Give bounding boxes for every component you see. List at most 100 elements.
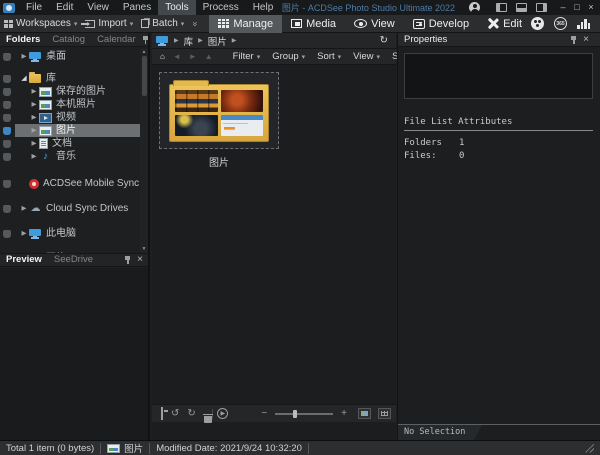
tree-item-saved-pictures[interactable]: ▶ 保存的图片: [0, 85, 148, 98]
resize-grip[interactable]: [585, 444, 594, 453]
rotate-left-icon[interactable]: ↺: [167, 408, 183, 419]
breadcrumb-item-libraries[interactable]: 库: [183, 34, 195, 48]
expand-arrow-icon[interactable]: ▶: [19, 202, 29, 215]
mode-tab-edit[interactable]: Edit: [478, 15, 531, 33]
file-list-view[interactable]: 图片 ↺ ↻ ▶ − +: [152, 66, 396, 422]
dashboard-chart-icon[interactable]: [577, 18, 590, 29]
batch-button[interactable]: Batch ▾: [137, 15, 188, 33]
expand-arrow-icon[interactable]: ▶: [29, 124, 39, 137]
tree-item-libraries[interactable]: ◢ 库: [0, 72, 148, 85]
toggle-bottom-pane-icon[interactable]: [516, 3, 527, 12]
scrollbar-thumb[interactable]: [142, 56, 147, 96]
tree-item-pictures-selected[interactable]: ▶ 图片: [0, 124, 148, 137]
tab-no-selection[interactable]: No Selection: [398, 425, 482, 440]
tab-seedrive[interactable]: SeeDrive: [48, 253, 99, 267]
zoom-slider-thumb[interactable]: [293, 410, 297, 418]
attribute-key: Files:: [404, 150, 459, 163]
close-button[interactable]: ×: [584, 0, 598, 15]
grid-view-toggle-icon[interactable]: [378, 408, 391, 419]
scroll-down-icon[interactable]: ▼: [140, 246, 148, 252]
refresh-icon[interactable]: ↻: [380, 35, 392, 46]
mode-tab-media[interactable]: Media: [282, 15, 345, 33]
toggle-left-pane-icon[interactable]: [496, 3, 507, 12]
mode-tab-view[interactable]: View: [345, 15, 404, 33]
computer-icon[interactable]: [156, 36, 168, 46]
titlebar: File Edit View Panes Tools Process Help …: [0, 0, 600, 15]
breadcrumb-arrow-icon[interactable]: ▶: [228, 37, 241, 44]
forward-icon[interactable]: ►: [186, 52, 200, 61]
tree-item-documents[interactable]: ▶ 文档: [0, 137, 148, 150]
import-label: Import: [98, 18, 126, 29]
properties-bottom-tab-bar: No Selection: [398, 424, 600, 440]
breadcrumb-item-pictures[interactable]: 图片: [207, 34, 228, 48]
pin-icon[interactable]: [124, 256, 131, 264]
menu-help[interactable]: Help: [246, 0, 281, 15]
import-button[interactable]: Import ▾: [81, 15, 137, 33]
maximize-button[interactable]: □: [570, 0, 584, 15]
sort-dropdown[interactable]: Sort ▾: [312, 51, 346, 62]
folder-tile-pictures[interactable]: 图片: [159, 72, 279, 169]
expand-arrow-icon[interactable]: ▶: [29, 111, 39, 124]
tree-item-music[interactable]: ▶ ♪ 音乐: [0, 150, 148, 163]
tab-calendar[interactable]: Calendar: [91, 33, 142, 47]
menu-process[interactable]: Process: [196, 0, 246, 15]
pin-icon[interactable]: [570, 36, 577, 44]
minimize-button[interactable]: –: [556, 0, 570, 15]
close-panel-icon[interactable]: ×: [137, 255, 143, 265]
tree-item-camera-roll[interactable]: ▶ 本机照片: [0, 98, 148, 111]
zoom-in-icon[interactable]: +: [337, 408, 351, 419]
zoom-out-icon[interactable]: −: [257, 408, 271, 419]
view-dropdown[interactable]: View ▾: [348, 51, 385, 62]
mode-tab-develop[interactable]: Develop: [404, 15, 478, 33]
menu-file[interactable]: File: [19, 0, 49, 15]
filter-dropdown[interactable]: Filter ▾: [228, 51, 266, 62]
breadcrumb-arrow-icon[interactable]: ▶: [194, 37, 207, 44]
expand-arrow-icon[interactable]: ▶: [29, 85, 39, 98]
tree-item-mobile-sync[interactable]: ACDSee Mobile Sync: [0, 177, 148, 190]
tree-item-cloud-sync[interactable]: ▶ ☁ Cloud Sync Drives: [0, 202, 148, 215]
scroll-up-icon[interactable]: ▲: [140, 49, 148, 55]
preview-tab-bar: Preview SeeDrive ×: [0, 253, 148, 267]
expand-arrow-icon[interactable]: ▶: [19, 227, 29, 240]
expand-arrow-icon[interactable]: ▶: [29, 150, 39, 163]
zoom-slider[interactable]: [275, 413, 333, 415]
tree-item-desktop[interactable]: ▶ 桌面: [0, 50, 148, 63]
toolbar-overflow-icon[interactable]: »: [191, 16, 201, 31]
image-basket-icon[interactable]: [161, 407, 163, 420]
collapse-arrow-icon[interactable]: ◢: [19, 72, 29, 85]
close-panel-icon[interactable]: ×: [583, 35, 589, 45]
pin-icon[interactable]: [142, 36, 149, 44]
menu-panes[interactable]: Panes: [116, 0, 158, 15]
group-dropdown[interactable]: Group ▾: [267, 51, 310, 62]
expand-arrow-icon[interactable]: ▶: [29, 137, 39, 150]
expand-arrow-icon[interactable]: ▶: [29, 98, 39, 111]
menu-view[interactable]: View: [80, 0, 116, 15]
slideshow-icon[interactable]: ▶: [217, 408, 228, 419]
tab-preview[interactable]: Preview: [0, 253, 48, 267]
tree-item-videos[interactable]: ▶ 视频: [0, 111, 148, 124]
up-icon[interactable]: ▲: [202, 52, 216, 61]
home-icon[interactable]: ⌂: [157, 52, 168, 61]
acdsee-365-icon[interactable]: 365: [554, 17, 567, 30]
attribute-row: Files: 0: [404, 150, 593, 163]
toggle-right-pane-icon[interactable]: [536, 3, 547, 12]
chevron-down-icon: ▾: [257, 53, 261, 61]
tab-catalog[interactable]: Catalog: [46, 33, 91, 47]
group-label: Group: [272, 51, 298, 62]
menu-edit[interactable]: Edit: [49, 0, 80, 15]
menu-tools[interactable]: Tools: [158, 0, 195, 15]
chevron-down-icon: ▾: [377, 53, 381, 61]
mode-tab-manage[interactable]: Manage: [209, 15, 282, 33]
filmstrip-toggle-icon[interactable]: [358, 408, 371, 419]
rotate-right-icon[interactable]: ↻: [183, 408, 199, 419]
account-icon[interactable]: [469, 2, 480, 13]
back-icon[interactable]: ◄: [170, 52, 184, 61]
tree-item-this-pc[interactable]: ▶ 此电脑: [0, 227, 148, 240]
breadcrumb-arrow-icon[interactable]: ▶: [170, 37, 183, 44]
tree-scrollbar[interactable]: ▲ ▼: [140, 48, 148, 253]
community-icon[interactable]: [531, 17, 544, 30]
workspaces-button[interactable]: Workspaces ▾: [0, 15, 81, 33]
import-icon: [85, 20, 95, 28]
expand-arrow-icon[interactable]: ▶: [19, 50, 29, 63]
tab-folders[interactable]: Folders: [0, 33, 46, 47]
